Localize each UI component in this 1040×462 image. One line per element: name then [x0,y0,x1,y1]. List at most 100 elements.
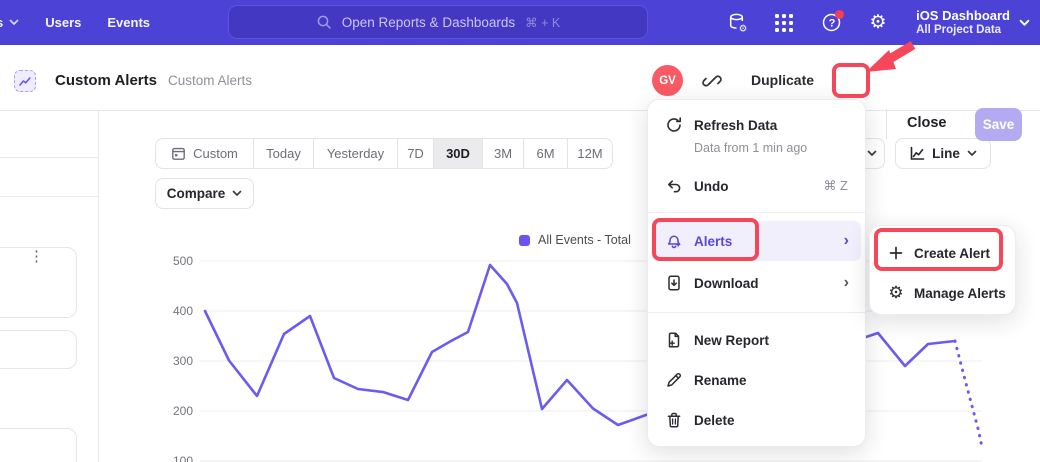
sidebar-divider [0,196,99,197]
date-range-label: Yesterday [327,146,384,161]
kebab-menu-icon[interactable]: ⋮ [29,254,44,260]
menu-divider [648,212,865,213]
date-range-control: Custom Today Yesterday 7D 30D 3M 6M 12M [155,138,613,169]
search-placeholder: Open Reports & Dashboards [342,15,515,30]
menu-label: Delete [694,413,735,428]
chart-type-dropdown[interactable]: Line [895,138,991,169]
sidebar: ⋮ [0,111,99,462]
compare-button[interactable]: Compare [155,178,254,209]
menu-label: New Report [694,333,769,348]
menu-label: Refresh Data [694,118,777,133]
project-selector[interactable]: iOS Dashboard All Project Data [916,8,1030,37]
gear-icon: ⚙ [887,284,905,302]
menu-item-undo[interactable]: Undo ⌘ Z [648,172,865,200]
menu-item-refresh-data[interactable]: Refresh Data [648,111,865,139]
page-title: Custom Alerts [55,72,157,89]
menu-item-new-report[interactable]: New Report [648,326,865,354]
legend-swatch [519,235,530,246]
submenu-chevron-icon: › [844,233,849,249]
undo-icon [665,177,683,195]
date-range-12m[interactable]: 12M [568,139,612,168]
chevron-down-icon [967,150,977,157]
chevron-down-icon [232,190,242,197]
breadcrumb: Custom Alerts [168,73,252,88]
sidebar-divider [0,157,99,158]
save-button[interactable]: Save [975,108,1022,141]
compare-label: Compare [167,186,226,201]
avatar[interactable]: GV [652,65,683,96]
pencil-icon [665,371,683,389]
date-range-label: 3M [494,146,512,161]
submenu-item-create-alert[interactable]: Create Alert [870,239,1015,267]
submenu-item-manage-alerts[interactable]: ⚙ Manage Alerts [870,279,1015,307]
top-navigation-bar: s Users Events Open Reports & Dashboards… [0,0,1040,45]
undo-shortcut: ⌘ Z [823,178,848,194]
menu-item-alerts[interactable]: Alerts › [648,227,865,255]
svg-text:?: ? [828,17,835,29]
date-range-7d[interactable]: 7D [398,139,434,168]
sidebar-card[interactable] [0,330,77,369]
duplicate-button[interactable]: Duplicate [751,72,814,88]
date-range-label: Custom [193,146,238,161]
date-range-today[interactable]: Today [254,139,314,168]
report-icon [14,70,36,92]
sidebar-card[interactable] [0,428,77,462]
download-icon [665,274,683,292]
date-range-label: 6M [536,146,554,161]
search-shortcut: ⌘ + K [525,15,560,30]
chevron-down-icon [9,19,19,26]
nav-item-users[interactable]: Users [45,15,81,30]
report-header: Custom Alerts Custom Alerts GV Duplicate… [0,45,1040,111]
top-nav-links: s Users Events [0,0,150,45]
date-range-custom[interactable]: Custom [156,139,254,168]
legend-label: All Events - Total [538,233,631,247]
data-management-icon[interactable]: ⚙ [726,12,748,34]
menu-label: Download [694,276,759,291]
date-range-yesterday[interactable]: Yesterday [314,139,398,168]
refresh-icon [665,116,683,134]
share-link-icon[interactable] [702,71,722,91]
help-icon[interactable]: ? [820,12,842,34]
bell-plus-icon [665,232,683,250]
calendar-icon [171,146,186,161]
notification-badge [835,10,844,19]
nav-item-boards-partial[interactable]: s [0,15,19,30]
chart-type-label: Line [932,146,960,161]
chevron-down-icon [1019,19,1030,27]
new-report-icon [665,331,683,349]
header-divider [886,109,887,139]
svg-text:500: 500 [173,254,193,268]
date-range-label: Today [266,146,301,161]
submenu-chevron-icon: › [844,275,849,291]
date-range-3m[interactable]: 3M [483,139,524,168]
refresh-data-age: Data from 1 min ago [694,141,807,155]
date-range-30d[interactable]: 30D [434,139,483,168]
chart-legend: All Events - Total [519,233,631,247]
svg-text:300: 300 [173,354,193,368]
date-range-label: 30D [446,146,470,161]
more-options-menu: Refresh Data Data from 1 min ago Undo ⌘ … [647,99,866,447]
menu-label: Alerts [694,234,732,249]
date-range-6m[interactable]: 6M [524,139,568,168]
menu-item-rename[interactable]: Rename [648,366,865,394]
sidebar-card[interactable]: ⋮ [0,247,77,318]
menu-item-download[interactable]: Download › [648,269,865,297]
search-icon [316,14,332,30]
date-range-label: 12M [577,146,602,161]
menu-item-delete[interactable]: Delete [648,406,865,434]
svg-text:100: 100 [173,454,193,462]
settings-gear-icon[interactable]: ⚙ [867,12,889,34]
nav-item-events[interactable]: Events [107,15,150,30]
search-input[interactable]: Open Reports & Dashboards ⌘ + K [228,5,648,39]
apps-grid-icon[interactable] [773,12,795,34]
close-button[interactable]: Close [907,115,947,131]
submenu-label: Manage Alerts [914,286,1006,301]
alerts-submenu: Create Alert ⚙ Manage Alerts [869,225,1016,315]
date-range-label: 7D [407,146,424,161]
submenu-label: Create Alert [914,246,990,261]
project-scope: All Project Data [916,23,1010,37]
menu-label: Rename [694,373,747,388]
project-name: iOS Dashboard [916,8,1010,23]
top-right-cluster: ⚙ ? ⚙ iOS Dashboard All Project Data [726,0,1030,45]
trash-icon [665,411,683,429]
